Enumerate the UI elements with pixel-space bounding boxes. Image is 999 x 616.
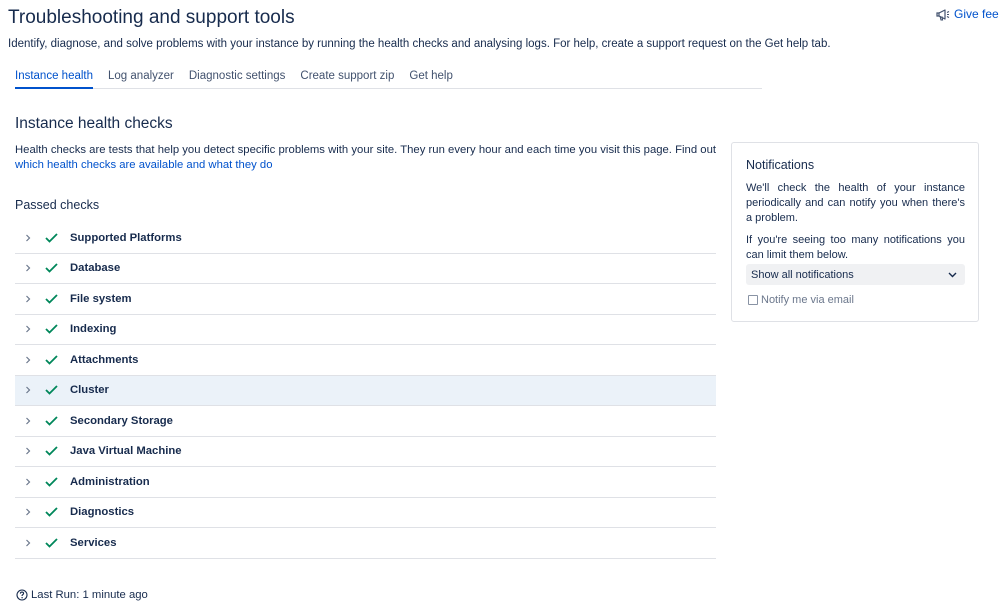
check-icon (43, 538, 59, 548)
check-icon (43, 507, 59, 518)
check-row-database[interactable]: Database (15, 254, 716, 284)
notification-level-value: Show all notifications (751, 268, 854, 281)
passed-checks-list: Supported Platforms Database File system… (15, 223, 716, 559)
give-feedback-link[interactable]: Give feed (936, 6, 999, 22)
check-icon (43, 233, 59, 243)
check-row-indexing[interactable]: Indexing (15, 315, 716, 345)
section-title: Instance health checks (15, 115, 173, 132)
question-circle-icon[interactable] (16, 589, 28, 601)
page-subtitle: Identify, diagnose, and solve problems w… (8, 38, 831, 50)
check-label: Diagnostics (70, 506, 135, 519)
check-row-supported-platforms[interactable]: Supported Platforms (15, 223, 716, 254)
check-label: File system (70, 292, 132, 305)
chevron-right-icon[interactable] (23, 417, 33, 425)
page-title: Troubleshooting and support tools (8, 7, 295, 28)
check-icon (43, 477, 59, 487)
last-run-text: Last Run: 1 minute ago (31, 589, 148, 601)
check-row-diagnostics[interactable]: Diagnostics (15, 498, 716, 528)
check-icon (43, 324, 59, 335)
last-run-status: Last Run: 1 minute ago (16, 589, 148, 601)
tab-create-support-zip[interactable]: Create support zip (293, 69, 402, 87)
tab-diagnostic-settings[interactable]: Diagnostic settings (181, 69, 293, 87)
tab-bar: Instance health Log analyzer Diagnostic … (15, 69, 762, 89)
passed-checks-heading: Passed checks (15, 198, 100, 212)
check-label: Secondary Storage (70, 414, 173, 427)
check-row-services[interactable]: Services (15, 528, 716, 559)
tab-instance-health[interactable]: Instance health (15, 69, 101, 89)
chevron-right-icon[interactable] (23, 508, 33, 516)
chevron-right-icon[interactable] (23, 386, 33, 394)
check-icon (43, 294, 59, 304)
description-text: Health checks are tests that help you de… (15, 144, 716, 156)
notifications-text-1: We'll check the health of your instance … (746, 182, 965, 224)
check-icon (43, 416, 59, 426)
check-row-secondary-storage[interactable]: Secondary Storage (15, 406, 716, 437)
chevron-down-icon (948, 272, 957, 277)
tab-get-help[interactable]: Get help (402, 69, 460, 87)
check-label: Cluster (70, 384, 109, 397)
check-label: Indexing (70, 323, 117, 336)
check-label: Java Virtual Machine (70, 445, 182, 458)
chevron-right-icon[interactable] (23, 539, 33, 547)
check-label: Supported Platforms (70, 231, 182, 244)
chevron-right-icon[interactable] (23, 478, 33, 486)
chevron-right-icon[interactable] (23, 325, 33, 333)
check-icon (43, 385, 59, 396)
notifications-panel: Notifications We'll check the health of … (731, 142, 979, 322)
chevron-right-icon[interactable] (23, 234, 33, 242)
notifications-text-2: If you're seeing too many notifications … (746, 234, 965, 261)
chevron-right-icon[interactable] (23, 356, 33, 364)
notify-email-label: Notify me via email (761, 294, 854, 306)
check-icon (43, 446, 59, 457)
tab-log-analyzer[interactable]: Log analyzer (101, 69, 182, 87)
check-row-attachments[interactable]: Attachments (15, 345, 716, 376)
chevron-right-icon[interactable] (23, 295, 33, 303)
check-icon (43, 355, 59, 365)
health-checks-description: Health checks are tests that help you de… (15, 143, 716, 173)
check-label: Attachments (70, 353, 139, 366)
check-row-file-system[interactable]: File system (15, 284, 716, 315)
check-label: Administration (70, 475, 150, 488)
chevron-right-icon[interactable] (23, 447, 33, 455)
check-row-cluster[interactable]: Cluster (15, 375, 716, 406)
check-icon (43, 263, 59, 274)
notify-email-checkbox[interactable] (748, 295, 758, 305)
check-label: Database (70, 262, 121, 275)
check-label: Services (70, 536, 117, 549)
check-row-administration[interactable]: Administration (15, 467, 716, 498)
notifications-title: Notifications (746, 158, 815, 172)
give-feedback-label: Give feed (954, 7, 999, 21)
check-row-java-virtual-machine[interactable]: Java Virtual Machine (15, 437, 716, 467)
chevron-right-icon[interactable] (23, 264, 33, 272)
notify-email-option[interactable]: Notify me via email (748, 294, 854, 306)
notification-level-select[interactable]: Show all notifications (746, 264, 965, 285)
megaphone-icon (936, 8, 950, 21)
health-checks-info-link[interactable]: which health checks are available and wh… (15, 159, 272, 171)
